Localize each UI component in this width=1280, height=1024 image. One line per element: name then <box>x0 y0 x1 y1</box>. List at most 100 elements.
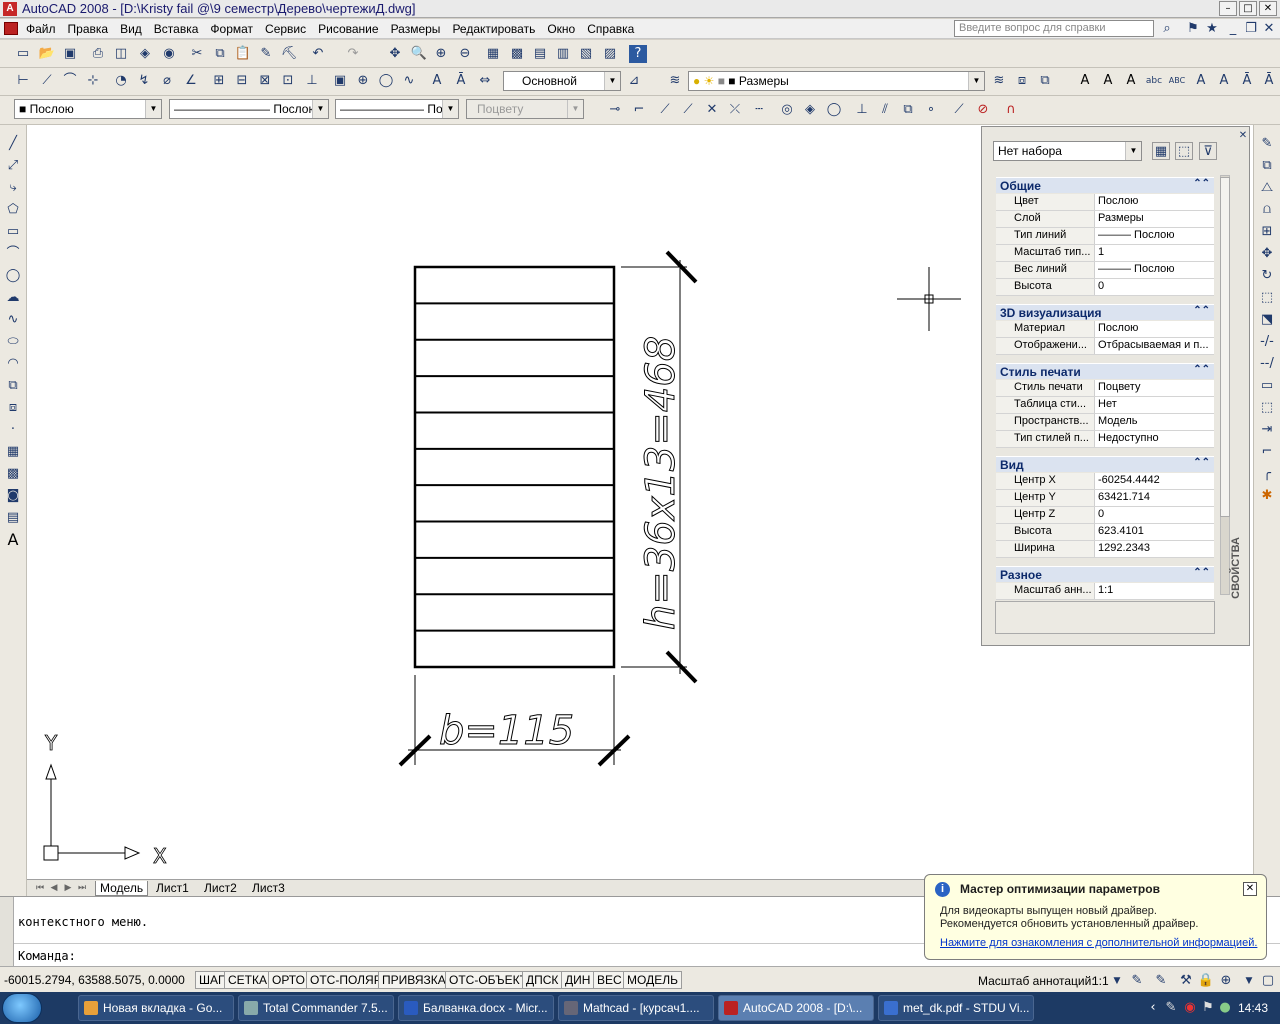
text-justify-icon[interactable]: Ā <box>1238 72 1256 90</box>
property-category[interactable]: Вид ⌃⌃ <box>996 456 1214 472</box>
dim-break-icon[interactable]: ⊥ <box>303 72 321 90</box>
communication-center-icon[interactable]: ⚑ <box>1184 20 1202 38</box>
mirror-icon[interactable]: ⧍ <box>1258 179 1276 197</box>
center-mark-icon[interactable]: ⊕ <box>354 72 372 90</box>
snap-tangent-icon[interactable]: ◯ <box>825 101 843 119</box>
quick-select-icon[interactable]: ⊽ <box>1199 142 1217 160</box>
property-row[interactable]: Материал Послою <box>996 321 1214 338</box>
menu-file[interactable]: Файл <box>20 22 62 36</box>
property-value[interactable]: 1 <box>1096 245 1214 261</box>
jogged-linear-icon[interactable]: ∿ <box>400 72 418 90</box>
property-value[interactable]: Послою <box>1096 194 1214 210</box>
property-row[interactable]: Высота 623.4101 <box>996 524 1214 541</box>
palette-close-icon[interactable]: ✕ <box>1234 127 1252 145</box>
rotate-icon[interactable]: ↻ <box>1258 267 1276 285</box>
menu-view[interactable]: Вид <box>114 22 148 36</box>
tolerance-icon[interactable]: ▣ <box>331 72 349 90</box>
property-value[interactable]: 1292.2343 <box>1096 541 1214 557</box>
collapse-icon[interactable]: ⌃⌃ <box>1193 364 1210 375</box>
snap-from-icon[interactable]: ⌐ <box>630 101 648 119</box>
linear-dim-icon[interactable]: ⊢ <box>14 72 32 90</box>
property-row[interactable]: Стиль печати Поцвету <box>996 380 1214 397</box>
hatch-icon[interactable]: ▦ <box>4 443 22 461</box>
property-row[interactable]: Масштаб анн... 1:1 <box>996 583 1214 600</box>
polyline-icon[interactable]: ⤷ <box>4 179 22 197</box>
revision-cloud-icon[interactable]: ☁ <box>4 289 22 307</box>
chevron-down-icon[interactable]: ▼ <box>1108 972 1126 990</box>
status-toggle-2[interactable]: ОРТО <box>268 971 309 989</box>
menu-help[interactable]: Справка <box>581 22 640 36</box>
paste-icon[interactable]: 📋 <box>234 45 252 63</box>
taskbar-item[interactable]: AutoCAD 2008 - [D:\... <box>718 995 874 1021</box>
array-icon[interactable]: ⊞ <box>1258 223 1276 241</box>
calculator-icon[interactable]: ▨ <box>601 45 619 63</box>
zoom-previous-icon[interactable]: ⊖ <box>456 45 474 63</box>
ellipse-arc-icon[interactable]: ◠ <box>4 355 22 373</box>
construction-line-icon[interactable]: ⤢ <box>4 157 22 175</box>
taskbar-item[interactable]: Новая вкладка - Go... <box>78 995 234 1021</box>
scale-icon[interactable]: ⬚ <box>1258 289 1276 307</box>
status-toggle-1[interactable]: СЕТКА <box>224 971 271 989</box>
redo-icon[interactable]: ↷ <box>344 45 362 63</box>
scrollbar-thumb[interactable] <box>1220 177 1230 517</box>
taskbar-item[interactable]: Mathcad - [курсач1.... <box>558 995 714 1021</box>
collapse-icon[interactable]: ⌃⌃ <box>1193 178 1210 189</box>
property-row[interactable]: Слой Размеры <box>996 211 1214 228</box>
menu-draw[interactable]: Рисование <box>312 22 384 36</box>
snap-none-icon[interactable]: ⊘ <box>974 101 992 119</box>
snap-node-icon[interactable]: ∘ <box>922 101 940 119</box>
select-objects-icon[interactable]: ⬚ <box>1175 142 1193 160</box>
property-category[interactable]: Стиль печати ⌃⌃ <box>996 363 1214 379</box>
menu-dimension[interactable]: Размеры <box>385 22 447 36</box>
pan-icon[interactable]: ✥ <box>386 45 404 63</box>
text-edit-icon[interactable]: A <box>1192 72 1210 90</box>
point-icon[interactable]: · <box>4 421 22 439</box>
taskbar-item[interactable]: met_dk.pdf - STDU Vi... <box>878 995 1034 1021</box>
snap-extension-icon[interactable]: ┄ <box>750 101 768 119</box>
snap-apparent-icon[interactable]: ⤫ <box>726 101 744 119</box>
zoom-realtime-icon[interactable]: 🔍 <box>410 45 428 63</box>
property-row[interactable]: Центр X -60254.4442 <box>996 473 1214 490</box>
property-row[interactable]: Высота 0 <box>996 279 1214 296</box>
snap-endpoint-icon[interactable]: ⟋ <box>656 101 674 119</box>
help-icon[interactable]: ? <box>629 45 647 63</box>
tray-notepad-icon[interactable]: ✎ <box>1162 999 1180 1017</box>
snap-center-icon[interactable]: ◎ <box>778 101 796 119</box>
property-row[interactable]: Пространств... Модель <box>996 414 1214 431</box>
table-icon[interactable]: ▤ <box>4 509 22 527</box>
property-row[interactable]: Вес линий ——— Послою <box>996 262 1214 279</box>
copy-object-icon[interactable]: ⧉ <box>1258 157 1276 175</box>
continue-dim-icon[interactable]: ⊠ <box>256 72 274 90</box>
status-toggle-5[interactable]: ОТС-ОБЪЕКТ <box>445 971 531 989</box>
start-button[interactable] <box>2 993 42 1023</box>
dim-style-select[interactable]: Основной ▼ <box>503 71 621 91</box>
trim-icon[interactable]: -/- <box>1258 333 1276 351</box>
status-toggle-8[interactable]: ВЕС <box>593 971 626 989</box>
property-value[interactable]: ——— Послою <box>1096 228 1214 244</box>
multiline-text-icon[interactable]: A <box>1099 72 1117 90</box>
polygon-icon[interactable]: ⬠ <box>4 201 22 219</box>
clean-screen-icon[interactable]: ▢ <box>1259 972 1277 990</box>
text-fit-icon[interactable]: Ā <box>1260 72 1278 90</box>
web-publish-icon[interactable]: ◉ <box>160 45 178 63</box>
gradient-icon[interactable]: ▩ <box>4 465 22 483</box>
property-row[interactable]: Центр Y 63421.714 <box>996 490 1214 507</box>
diameter-dim-icon[interactable]: ⌀ <box>158 72 176 90</box>
taskbar-item[interactable]: Total Commander 7.5... <box>238 995 394 1021</box>
single-text-icon[interactable]: A <box>1122 72 1140 90</box>
property-category[interactable]: Общие ⌃⌃ <box>996 177 1214 193</box>
tab-model[interactable]: Модель <box>95 881 149 896</box>
move-icon[interactable]: ✥ <box>1258 245 1276 263</box>
snap-nearest-icon[interactable]: ⟋ <box>950 101 968 119</box>
find-replace-icon[interactable]: ABC <box>1168 72 1186 90</box>
property-row[interactable]: Масштаб тип... 1 <box>996 245 1214 262</box>
join-icon[interactable]: ⇥ <box>1258 421 1276 439</box>
property-row[interactable]: Ширина 1292.2343 <box>996 541 1214 558</box>
network-icon[interactable]: ⊕ <box>1217 972 1235 990</box>
snap-intersection-icon[interactable]: ✕ <box>703 101 721 119</box>
explode-icon[interactable]: ✱ <box>1258 487 1276 505</box>
property-value[interactable]: 63421.714 <box>1096 490 1214 506</box>
menu-edit[interactable]: Правка <box>62 22 115 36</box>
copy-icon[interactable]: ⧉ <box>211 45 229 63</box>
property-value[interactable]: 1:1 <box>1096 583 1214 599</box>
